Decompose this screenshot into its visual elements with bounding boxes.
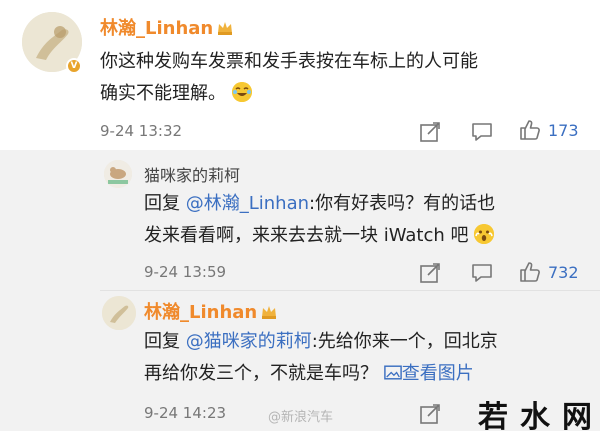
mention-link[interactable]: @林瀚_Linhan xyxy=(186,193,309,214)
laugh-emoji-icon xyxy=(232,82,252,102)
author-name[interactable]: 林瀚_Linhan xyxy=(100,18,213,39)
site-watermark: 若水网 xyxy=(478,400,600,431)
avatar[interactable] xyxy=(102,296,136,330)
reply-prefix: 回复 xyxy=(144,193,180,214)
verified-badge: V xyxy=(66,58,82,74)
reply-line-2: 发来看看啊，来来去去就一块 iWatch 吧 xyxy=(144,220,495,252)
reply-line-1-text: :你有好表吗？有的话也 xyxy=(309,193,496,214)
reply-author[interactable]: 林瀚_Linhan xyxy=(144,298,277,324)
reply-time: 9-24 13:59 xyxy=(144,263,227,281)
author-name[interactable]: 林瀚_Linhan xyxy=(144,302,257,323)
reply-text: 回复 @林瀚_Linhan:你有好表吗？有的话也 发来看看啊，来来去去就一块 i… xyxy=(144,188,495,252)
reply-text: 回复 @猫咪家的莉柯:先给你来一个，回北京 再给你发三个，不就是车吗？ 查看图片 xyxy=(144,326,498,390)
comment-line-2-text: 确实不能理解。 xyxy=(100,83,226,104)
reply-line-2-text: 再给你发三个，不就是车吗？ xyxy=(144,363,378,384)
comment-line-1: 你这种发购车发票和发手表按在车标上的人可能 xyxy=(100,51,478,72)
crown-icon xyxy=(261,303,277,319)
like-icon[interactable] xyxy=(518,260,542,284)
view-image-link[interactable]: 查看图片 xyxy=(383,363,474,384)
comment-text: 你这种发购车发票和发手表按在车标上的人可能 确实不能理解。 xyxy=(100,46,478,110)
comment-card: V 林瀚_Linhan 你这种发购车发票和发手表按在车标上的人可能 确实不能理解… xyxy=(0,0,600,150)
crown-icon xyxy=(217,19,233,35)
reply-line-2-text: 发来看看啊，来来去去就一块 iWatch 吧 xyxy=(144,225,469,246)
view-image-label[interactable]: 查看图片 xyxy=(402,363,474,384)
comment-line-2: 确实不能理解。 xyxy=(100,78,478,110)
reply-author[interactable]: 猫咪家的莉柯 xyxy=(144,162,240,186)
like-icon[interactable] xyxy=(518,118,542,142)
comment-icon[interactable] xyxy=(470,120,494,144)
weibo-watermark: @新浪汽车 xyxy=(268,410,334,425)
reply-time: 9-24 14:23 xyxy=(144,404,227,422)
like-count[interactable]: 173 xyxy=(548,121,579,140)
comment-author[interactable]: 林瀚_Linhan xyxy=(100,14,233,40)
share-icon[interactable] xyxy=(418,402,442,426)
reply-line-1: 回复 @猫咪家的莉柯:先给你来一个，回北京 xyxy=(144,326,498,358)
reply-prefix: 回复 xyxy=(144,331,180,352)
comment-icon[interactable] xyxy=(470,261,494,285)
share-icon[interactable] xyxy=(418,120,442,144)
shocked-emoji-icon xyxy=(474,224,495,244)
mention-link[interactable]: @猫咪家的莉柯 xyxy=(186,331,312,352)
reply-line-1: 回复 @林瀚_Linhan:你有好表吗？有的话也 xyxy=(144,188,495,220)
reply-thread: 猫咪家的莉柯 回复 @林瀚_Linhan:你有好表吗？有的话也 发来看看啊，来来… xyxy=(100,150,600,431)
like-count[interactable]: 732 xyxy=(548,263,579,282)
avatar[interactable] xyxy=(104,160,132,188)
reply-line-1-text: :先给你来一个，回北京 xyxy=(311,331,498,352)
image-icon xyxy=(383,365,402,380)
divider xyxy=(100,290,600,291)
comment-time: 9-24 13:32 xyxy=(100,122,183,140)
share-icon[interactable] xyxy=(418,261,442,285)
reply-line-2: 再给你发三个，不就是车吗？ 查看图片 xyxy=(144,358,498,390)
